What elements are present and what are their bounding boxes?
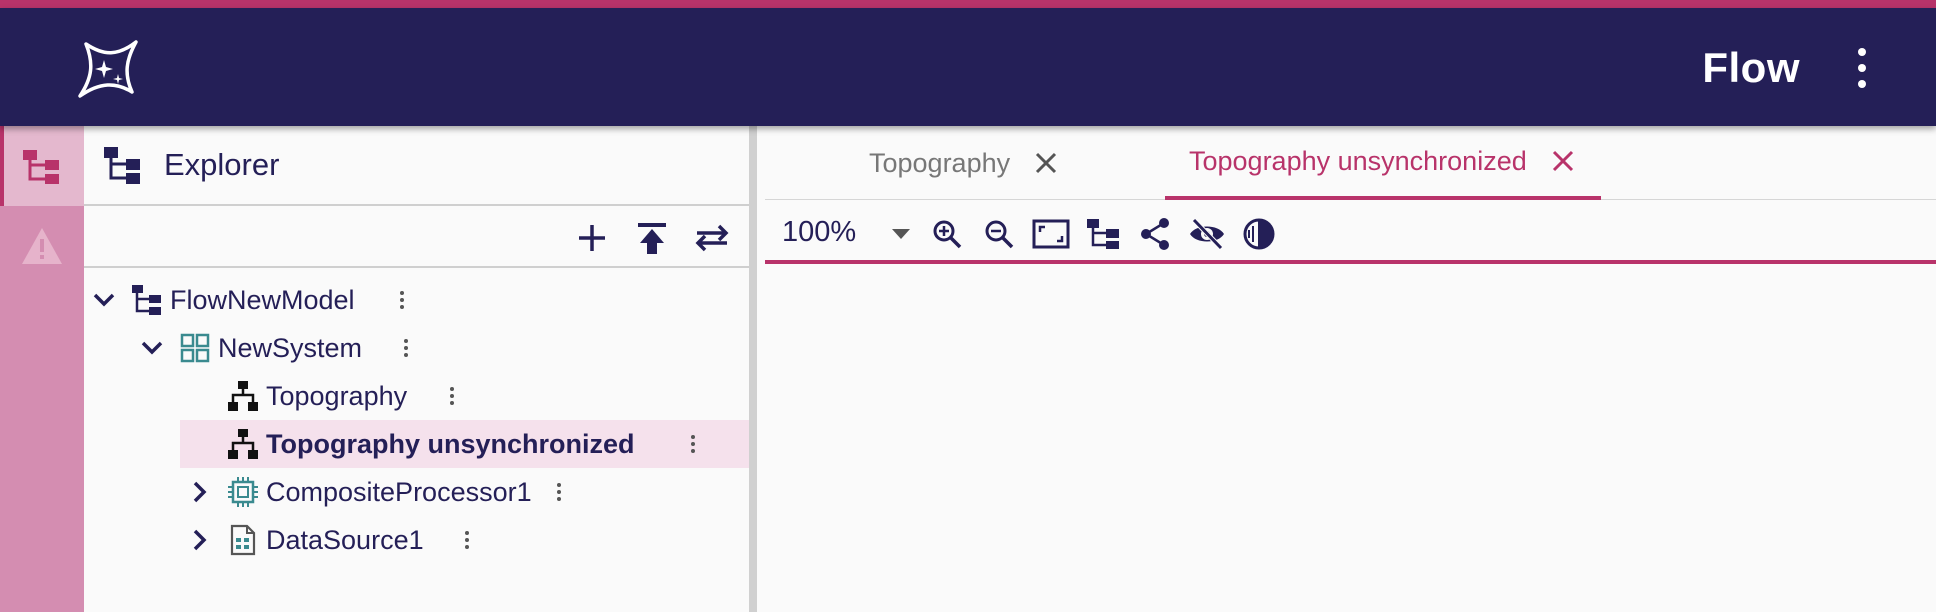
side-rail	[0, 126, 84, 612]
more-vert-icon[interactable]	[445, 382, 459, 410]
tree-layout-icon[interactable]	[1083, 214, 1123, 254]
tab-topography[interactable]: Topography	[869, 126, 1060, 200]
more-vert-icon[interactable]	[1854, 48, 1870, 88]
topography-icon	[226, 379, 260, 413]
sparkle-star-logo[interactable]	[70, 34, 144, 104]
zoom-in-icon[interactable]	[927, 214, 967, 254]
swap-icon[interactable]	[692, 218, 732, 258]
diagram-canvas[interactable]	[765, 268, 1936, 612]
explorer-title: Explorer	[164, 147, 280, 182]
tree-hierarchy-icon	[23, 150, 59, 184]
close-icon[interactable]	[1549, 147, 1577, 175]
processor-chip-icon	[226, 475, 260, 509]
tree-item-label[interactable]: DataSource1	[266, 525, 424, 556]
tree-item-label[interactable]: Topography	[266, 381, 407, 412]
chevron-down-icon[interactable]	[138, 334, 166, 362]
tree-item-label[interactable]: CompositeProcessor1	[266, 477, 532, 508]
tree-item-flownewmodel[interactable]: FlowNewModel	[84, 276, 749, 324]
app-title: Flow	[1702, 44, 1800, 91]
close-icon[interactable]	[1032, 149, 1060, 177]
tree-item-label[interactable]: Topography unsynchronized	[266, 429, 635, 460]
rail-item-explorer[interactable]	[0, 126, 84, 206]
tree-item-newsystem[interactable]: NewSystem	[84, 324, 749, 372]
warning-icon	[22, 228, 62, 264]
tree-item-topography-unsynchronized[interactable]: Topography unsynchronized	[84, 420, 749, 468]
chevron-right-icon[interactable]	[186, 478, 214, 506]
zoom-out-icon[interactable]	[979, 214, 1019, 254]
tree-hierarchy-icon	[104, 147, 140, 184]
add-icon[interactable]	[572, 218, 612, 258]
more-vert-icon[interactable]	[552, 478, 566, 506]
tree-item-compositeprocessor1[interactable]: CompositeProcessor1	[84, 468, 749, 516]
more-vert-icon[interactable]	[460, 526, 474, 554]
zoom-level[interactable]: 100%	[782, 216, 856, 249]
tree-item-datasource1[interactable]: DataSource1	[84, 516, 749, 564]
dropdown-arrow-icon[interactable]	[887, 220, 915, 248]
share-icon[interactable]	[1135, 214, 1175, 254]
more-vert-icon[interactable]	[686, 430, 700, 458]
tab-label: Topography unsynchronized	[1189, 145, 1527, 176]
system-grid-icon	[178, 331, 212, 365]
contrast-icon[interactable]	[1239, 214, 1279, 254]
explorer-toolbar	[84, 206, 749, 268]
visibility-off-icon[interactable]	[1187, 214, 1227, 254]
datasource-file-icon	[226, 523, 260, 557]
diagram-toolbar: 100%	[765, 200, 1936, 264]
chevron-right-icon[interactable]	[186, 526, 214, 554]
model-tree-icon	[130, 283, 164, 317]
tree-item-label[interactable]: FlowNewModel	[170, 285, 355, 316]
top-accent-stripe	[0, 0, 1936, 8]
diagram-editor: Topography Topography unsynchronized 100…	[765, 126, 1936, 612]
editor-tabs: Topography Topography unsynchronized	[765, 126, 1936, 200]
tab-topography-unsynchronized[interactable]: Topography unsynchronized	[1165, 126, 1601, 200]
tab-label: Topography	[869, 147, 1011, 178]
upload-to-top-icon[interactable]	[632, 218, 672, 258]
more-vert-icon[interactable]	[399, 334, 413, 362]
chevron-down-icon[interactable]	[90, 286, 118, 314]
explorer-panel: Explorer FlowNewModel NewSystem Topograp…	[84, 126, 757, 612]
fit-screen-icon[interactable]	[1031, 214, 1071, 254]
topography-icon	[226, 427, 260, 461]
more-vert-icon[interactable]	[395, 286, 409, 314]
explorer-header: Explorer	[84, 126, 749, 206]
rail-item-problems[interactable]	[0, 206, 84, 286]
app-bar: Flow	[0, 8, 1936, 126]
tree-item-label[interactable]: NewSystem	[218, 333, 362, 364]
tree-item-topography[interactable]: Topography	[84, 372, 749, 420]
